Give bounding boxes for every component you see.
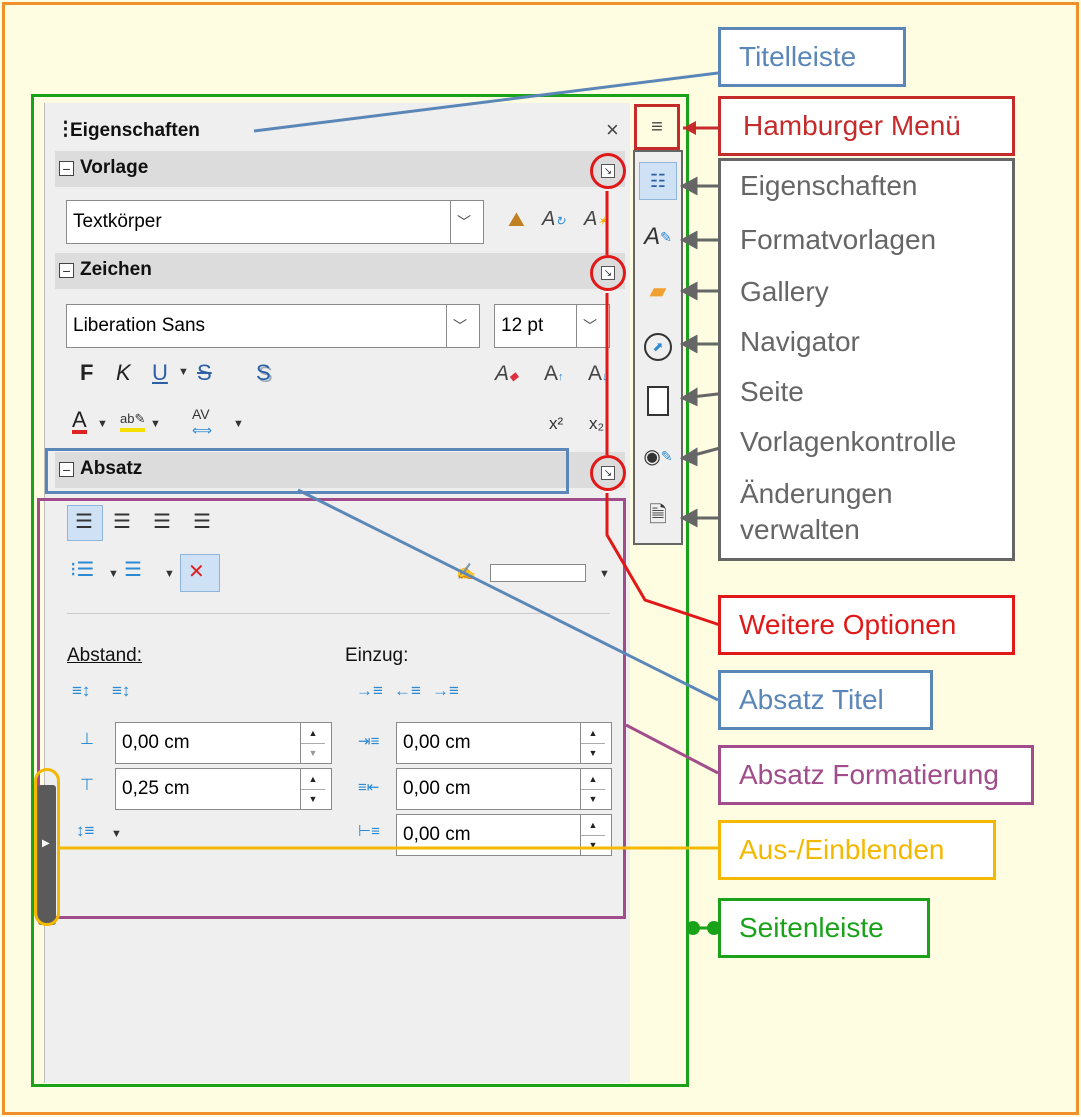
callout-gallery: Gallery bbox=[740, 276, 829, 307]
callout-seitenleiste: Seitenleiste bbox=[718, 898, 930, 958]
callout-absatz-formatierung: Absatz Formatierung bbox=[718, 745, 1034, 805]
callout-formatvorlagen: Formatvorlagen bbox=[740, 224, 937, 255]
callout-seite: Seite bbox=[740, 376, 804, 407]
callout-aenderungen-line1: Änderungen bbox=[740, 478, 893, 509]
callout-absatz-titel: Absatz Titel bbox=[718, 670, 933, 730]
callout-hamburger: Hamburger Menü bbox=[718, 96, 1015, 156]
callout-aus-einblenden: Aus-/Einblenden bbox=[718, 820, 996, 880]
callout-navigator: Navigator bbox=[740, 326, 860, 357]
callout-eigenschaften: Eigenschaften bbox=[740, 170, 918, 201]
callout-titelleiste: Titelleiste bbox=[718, 27, 906, 87]
callout-weitere-optionen: Weitere Optionen bbox=[718, 595, 1015, 655]
callout-aenderungen-line2: verwalten bbox=[740, 514, 860, 545]
callout-vorlagenkontrolle: Vorlagenkontrolle bbox=[740, 426, 957, 457]
